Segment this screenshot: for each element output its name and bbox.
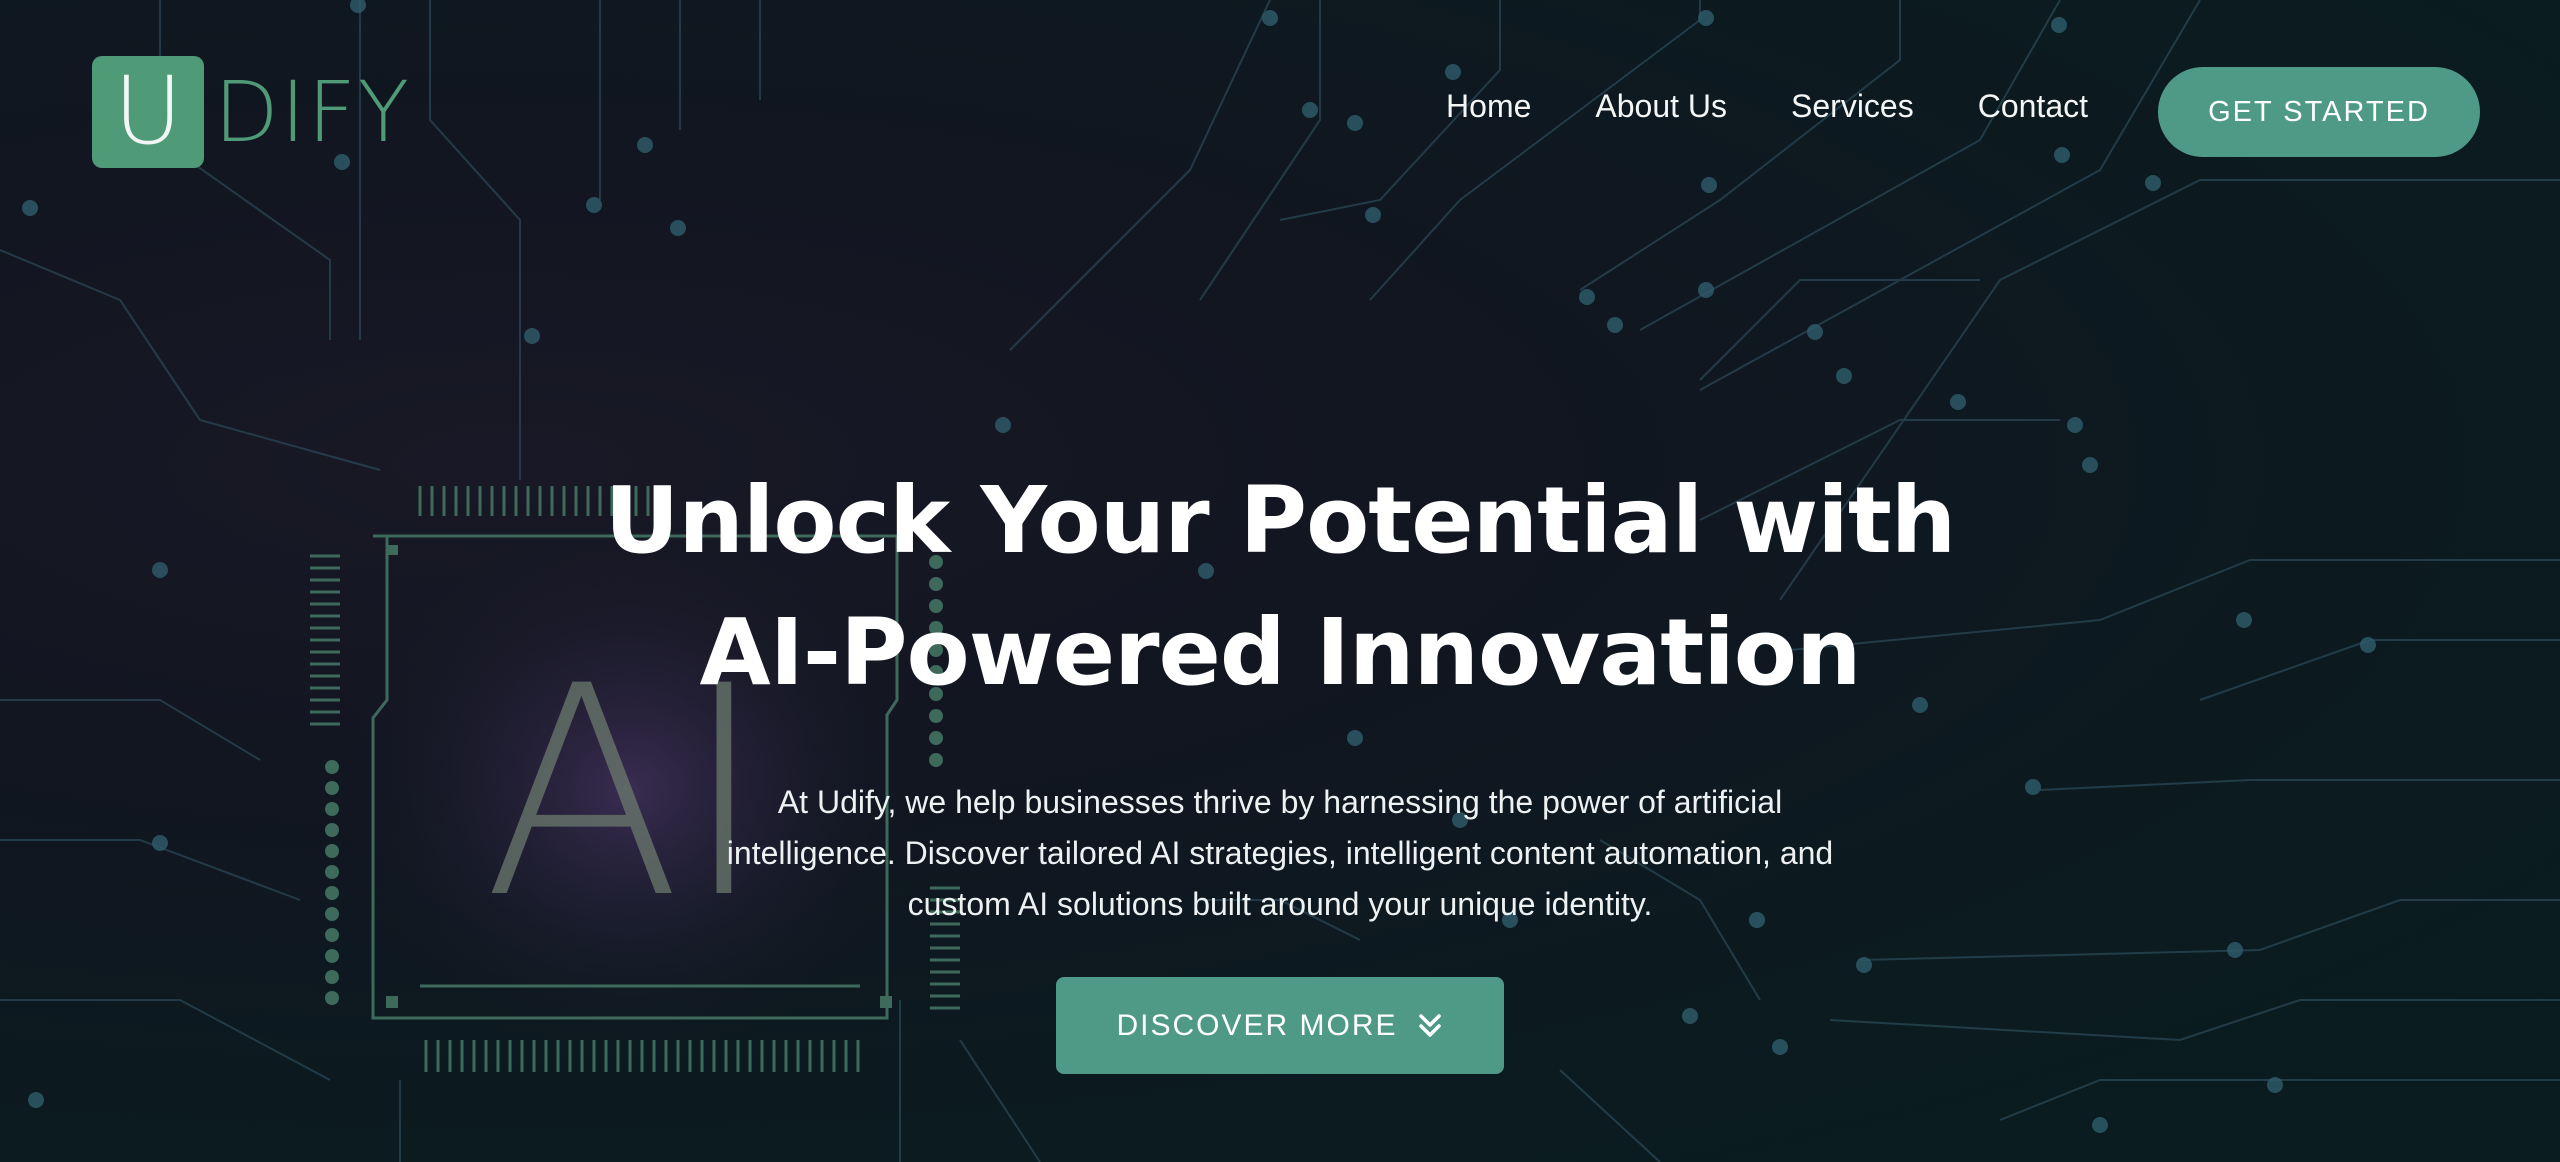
udify-logo[interactable]: U DIFY	[92, 56, 411, 168]
site-header: U DIFY Home About Us Services Contact GE…	[0, 0, 2560, 230]
hero-description-line-1: At Udify, we help businesses thrive by h…	[777, 784, 1783, 820]
discover-more-label: DISCOVER MORE	[1116, 1008, 1398, 1042]
nav-services[interactable]: Services	[1791, 88, 1914, 125]
hero-description: At Udify, we help businesses thrive by h…	[680, 777, 1880, 930]
hero-description-line-3: custom AI solutions built around your un…	[907, 886, 1653, 922]
double-chevron-down-icon	[1418, 1013, 1441, 1037]
nav-home[interactable]: Home	[1446, 88, 1531, 125]
discover-more-button[interactable]: DISCOVER MORE	[1056, 977, 1504, 1074]
hero-title: Unlock Your Potential with AI-Powered In…	[0, 455, 2560, 719]
nav-contact[interactable]: Contact	[1978, 88, 2088, 125]
main-nav: Home About Us Services Contact	[1446, 88, 2088, 125]
logo-letter-box: U	[92, 56, 204, 168]
nav-about-us[interactable]: About Us	[1595, 88, 1727, 125]
hero-description-line-2: intelligence. Discover tailored AI strat…	[726, 835, 1834, 871]
hero-title-line-2: AI-Powered Innovation	[699, 599, 1862, 706]
get-started-button[interactable]: GET STARTED	[2158, 67, 2480, 157]
logo-wordmark: DIFY	[214, 63, 412, 161]
hero-section: Unlock Your Potential with AI-Powered In…	[0, 455, 2560, 930]
hero-title-line-1: Unlock Your Potential with	[604, 467, 1957, 574]
